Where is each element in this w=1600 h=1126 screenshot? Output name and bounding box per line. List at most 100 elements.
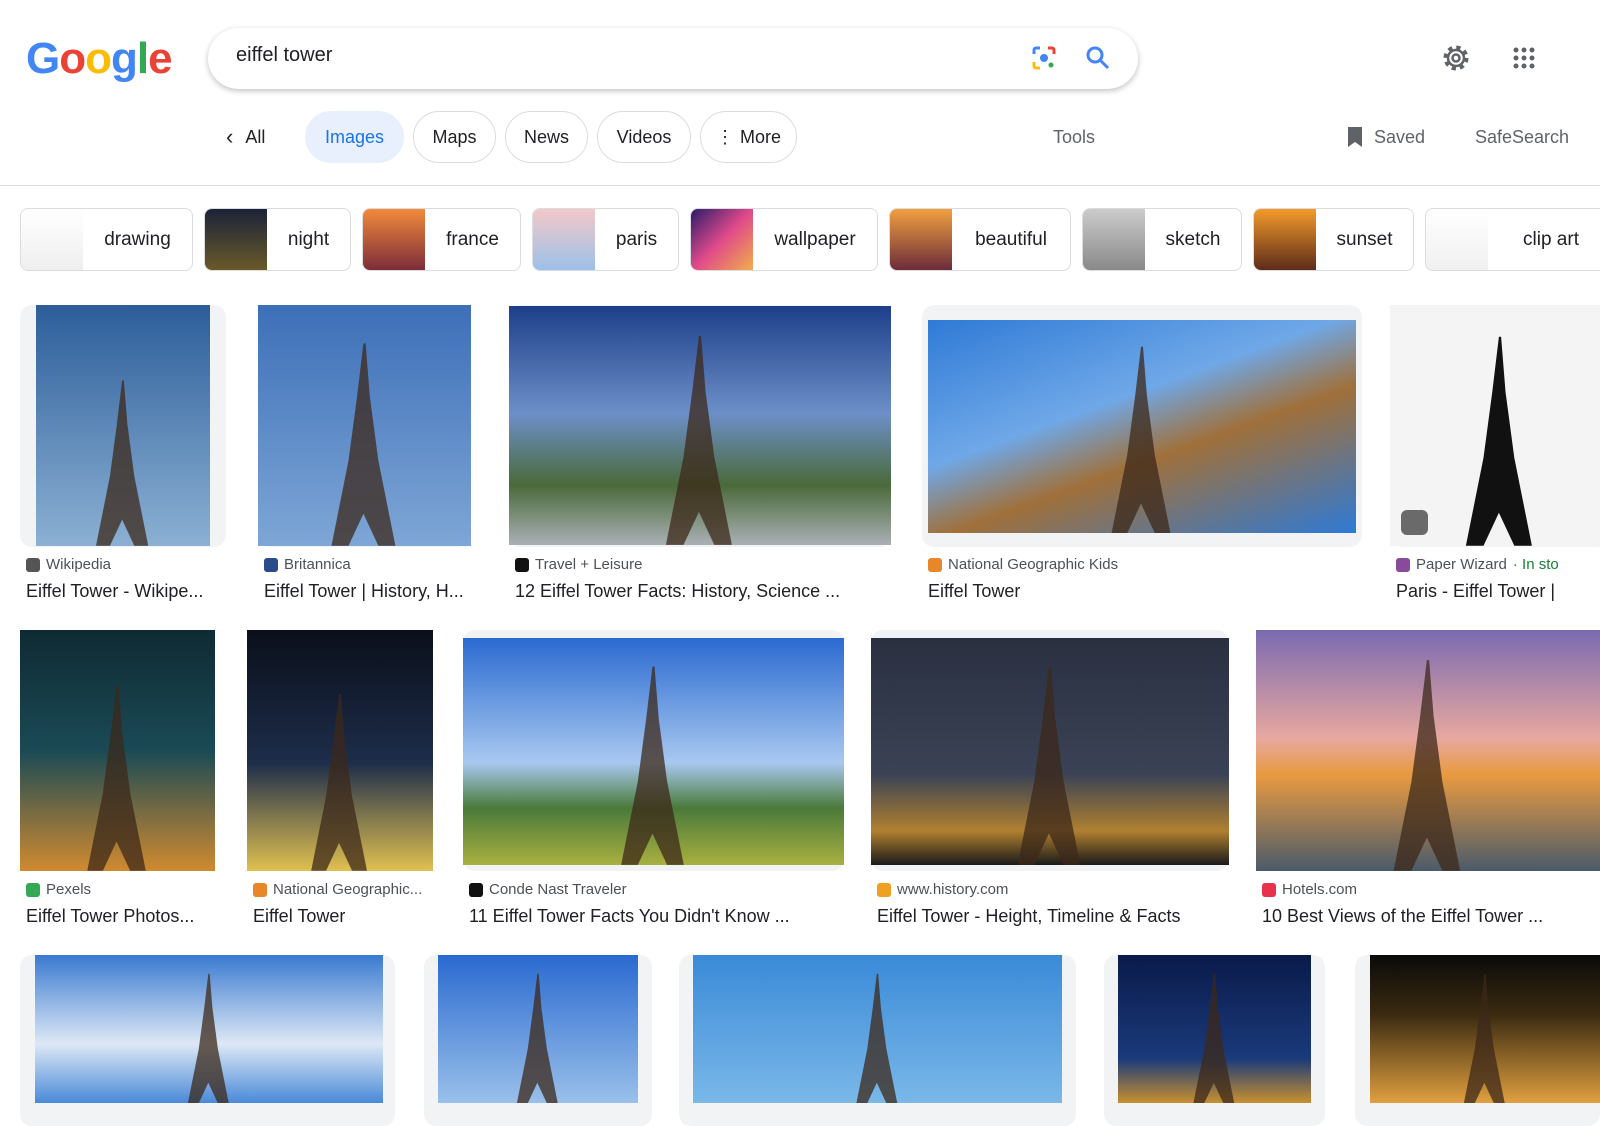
result-source[interactable]: Paper Wizard · In sto <box>1396 556 1559 573</box>
chip-label: wallpaper <box>774 228 856 250</box>
result-image[interactable] <box>247 630 433 871</box>
result-image[interactable] <box>693 955 1062 1103</box>
result-title[interactable]: Eiffel Tower | History, H... <box>264 581 464 602</box>
eiffel-tower-graphic <box>1017 666 1081 865</box>
tab-maps[interactable]: Maps <box>413 111 496 163</box>
chip-drawing[interactable]: drawing <box>20 208 193 271</box>
chip-wallpaper[interactable]: wallpaper <box>690 208 878 271</box>
apps-grid-icon[interactable] <box>1508 42 1540 74</box>
result-image[interactable] <box>1256 630 1600 871</box>
source-favicon-icon <box>26 882 40 897</box>
result-image[interactable] <box>1370 955 1600 1103</box>
chip-label: sketch <box>1165 228 1221 250</box>
result-title[interactable]: Eiffel Tower - Height, Timeline & Facts <box>877 906 1180 927</box>
result-source[interactable]: www.history.com <box>877 881 1008 898</box>
tab-news[interactable]: News <box>505 111 588 163</box>
result-image[interactable] <box>463 638 844 865</box>
eiffel-tower-graphic <box>331 343 396 546</box>
source-name: www.history.com <box>897 881 1009 898</box>
bookmark-icon <box>1348 127 1362 147</box>
chip-sketch[interactable]: sketch <box>1082 208 1242 271</box>
chip-label: france <box>446 228 499 250</box>
chip-thumbnail <box>533 209 595 270</box>
result-title[interactable]: 11 Eiffel Tower Facts You Didn't Know ..… <box>469 906 790 927</box>
result-source[interactable]: Britannica <box>264 556 351 573</box>
source-name: Paper Wizard <box>1416 556 1507 573</box>
source-favicon-icon <box>1396 557 1410 572</box>
result-source[interactable]: Pexels <box>26 881 91 898</box>
tab-images[interactable]: Images <box>305 111 404 163</box>
product-tag-icon <box>1401 510 1428 535</box>
source-name: Conde Nast Traveler <box>489 881 627 898</box>
result-image[interactable] <box>438 955 638 1103</box>
chip-label: night <box>287 228 330 250</box>
search-box <box>208 28 1138 89</box>
google-lens-icon[interactable] <box>1030 44 1058 72</box>
result-source[interactable]: National Geographic... <box>253 881 422 898</box>
source-name: Wikipedia <box>46 556 112 573</box>
result-title[interactable]: Eiffel Tower <box>253 906 345 927</box>
source-favicon-icon <box>1262 882 1276 897</box>
result-image[interactable] <box>36 305 210 546</box>
result-source[interactable]: Hotels.com <box>1262 881 1357 898</box>
saved-button[interactable]: Saved <box>1346 126 1425 148</box>
chip-thumbnail <box>21 209 83 270</box>
eiffel-tower-graphic <box>311 694 367 871</box>
result-image[interactable] <box>20 630 215 871</box>
result-source[interactable]: Conde Nast Traveler <box>469 881 627 898</box>
header-divider <box>0 185 1600 186</box>
result-title[interactable]: Eiffel Tower - Wikipe... <box>26 581 203 602</box>
chip-thumbnail <box>363 209 425 270</box>
result-image[interactable] <box>871 638 1229 865</box>
result-title[interactable]: Eiffel Tower Photos... <box>26 906 194 927</box>
chip-night[interactable]: night <box>204 208 351 271</box>
result-source[interactable]: Travel + Leisure <box>515 556 642 573</box>
chip-thumbnail <box>205 209 267 270</box>
chip-france[interactable]: france <box>362 208 521 271</box>
chip-clip-art[interactable]: clip art <box>1425 208 1600 271</box>
eiffel-tower-graphic <box>87 685 146 871</box>
safesearch-button[interactable]: SafeSearch <box>1475 127 1569 148</box>
back-to-all-link[interactable]: ‹ All <box>226 124 265 150</box>
source-name: Britannica <box>284 556 351 573</box>
stock-status: · In sto <box>1512 556 1559 573</box>
gear-icon[interactable] <box>1440 42 1472 74</box>
more-label: More <box>739 126 781 147</box>
eiffel-tower-graphic <box>621 666 684 865</box>
search-icon[interactable] <box>1084 44 1112 72</box>
chip-thumbnail <box>890 209 952 270</box>
result-title[interactable]: Eiffel Tower <box>928 581 1020 602</box>
result-title[interactable]: 10 Best Views of the Eiffel Tower ... <box>1262 906 1543 927</box>
result-image[interactable] <box>928 320 1356 533</box>
source-name: National Geographic Kids <box>948 556 1119 573</box>
source-name: Travel + Leisure <box>535 556 643 573</box>
chip-beautiful[interactable]: beautiful <box>889 208 1071 271</box>
chip-label: paris <box>615 228 658 250</box>
source-favicon-icon <box>469 882 483 897</box>
chip-thumbnail <box>1254 209 1316 270</box>
result-image[interactable] <box>509 306 891 545</box>
search-input[interactable] <box>236 44 996 67</box>
source-favicon-icon <box>515 557 529 572</box>
result-image[interactable] <box>258 305 471 546</box>
chevron-left-icon: ‹ <box>226 124 234 149</box>
eiffel-tower-graphic <box>1193 973 1235 1103</box>
source-favicon-icon <box>928 557 942 572</box>
chip-label: sunset <box>1336 228 1393 250</box>
chip-label: beautiful <box>975 228 1047 250</box>
more-vert-icon: ⋮ <box>715 126 734 147</box>
tab-more[interactable]: ⋮ More <box>700 111 797 163</box>
chip-paris[interactable]: paris <box>532 208 679 271</box>
tools-button[interactable]: Tools <box>1053 127 1095 148</box>
result-title[interactable]: 12 Eiffel Tower Facts: History, Science … <box>515 581 840 602</box>
result-image[interactable] <box>1118 955 1311 1103</box>
result-source[interactable]: Wikipedia <box>26 556 111 573</box>
result-title[interactable]: Paris - Eiffel Tower | <box>1396 581 1555 602</box>
tab-videos[interactable]: Videos <box>597 111 691 163</box>
google-logo[interactable]: Google <box>26 34 173 84</box>
result-image[interactable] <box>35 955 383 1103</box>
source-favicon-icon <box>253 882 267 897</box>
source-favicon-icon <box>26 557 40 572</box>
result-source[interactable]: National Geographic Kids <box>928 556 1118 573</box>
chip-sunset[interactable]: sunset <box>1253 208 1414 271</box>
